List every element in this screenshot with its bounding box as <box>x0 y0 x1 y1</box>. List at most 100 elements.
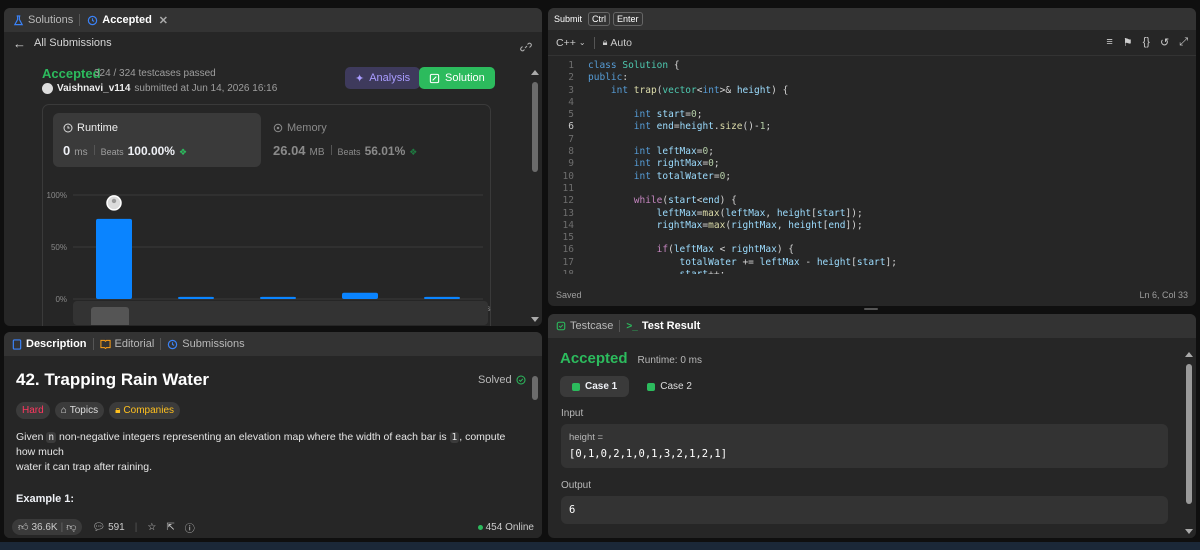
line-number: 14 <box>562 219 574 231</box>
scroll-up-icon[interactable] <box>531 70 539 75</box>
analysis-button[interactable]: ✦ Analysis <box>345 67 421 89</box>
memory-chip-icon <box>273 123 283 133</box>
case-1-label: Case 1 <box>585 381 618 392</box>
input-var-name: height = <box>569 432 604 443</box>
online-dot <box>477 524 483 530</box>
tab-accepted[interactable]: Accepted ✕ <box>86 14 168 27</box>
tab-description[interactable]: Description <box>12 338 87 350</box>
statement-text: Given <box>16 431 44 443</box>
close-tab-icon[interactable]: ✕ <box>159 14 168 27</box>
reset-icon[interactable]: ↺ <box>1160 36 1169 49</box>
horizontal-resize-handle[interactable] <box>864 308 878 310</box>
problem-statement: Given n non-negative integers representi… <box>16 430 526 475</box>
runtime-beats-label: Beats <box>100 147 124 157</box>
online-count: 454 Online <box>485 521 534 533</box>
comment-icon: 💬︎ <box>92 521 106 533</box>
back-row: ← All Submissions <box>4 32 542 54</box>
braces-icon[interactable]: {} <box>1143 36 1150 49</box>
code-line: 7 <box>552 134 1182 146</box>
beats-icon: ❖ <box>409 147 418 157</box>
auto-mode[interactable]: 🔒︎ Auto <box>603 37 632 49</box>
submission-scrollbar[interactable] <box>530 68 540 326</box>
solved-label: Solved <box>478 374 512 386</box>
output-label: Output <box>561 480 592 491</box>
check-box-icon <box>647 382 656 391</box>
tab-testcase[interactable]: Testcase <box>556 320 613 332</box>
case-1-tab[interactable]: Case 1 <box>560 376 630 397</box>
scroll-thumb[interactable] <box>532 82 538 172</box>
bookmark-icon[interactable]: ⚑ <box>1123 36 1133 49</box>
chevron-down-icon: ⌄ <box>578 38 586 47</box>
topics-label: Topics <box>69 405 99 416</box>
problem-title: 42. Trapping Rain Water <box>16 370 210 389</box>
memory-unit: MB <box>309 147 325 158</box>
tab-solutions[interactable]: Solutions <box>12 14 73 26</box>
y-tick-label: 50% <box>51 243 67 252</box>
link-icon[interactable] <box>520 41 532 53</box>
all-submissions-link[interactable]: All Submissions <box>34 37 112 49</box>
scroll-thumb[interactable] <box>1186 364 1192 504</box>
memory-box[interactable]: Memory 26.04 MB Beats 56.01% ❖ <box>269 113 477 167</box>
scroll-down-icon[interactable] <box>531 317 539 322</box>
scroll-down-icon[interactable] <box>1185 529 1193 534</box>
code-line: 3 int trap(vector<int>& height) { <box>552 85 1182 97</box>
solved-indicator: Solved <box>478 374 526 386</box>
line-number: 5 <box>568 109 574 121</box>
companies-tag[interactable]: 🔒︎ Companies <box>109 402 181 419</box>
line-number: 16 <box>562 244 574 256</box>
tab-test-result[interactable]: >_ Test Result <box>626 320 700 332</box>
sparkle-icon: ✦ <box>355 72 365 85</box>
tab-solutions-label: Solutions <box>28 14 74 26</box>
description-scrollbar[interactable] <box>530 368 540 518</box>
submission-content: Accepted 324 / 324 testcases passed Vais… <box>4 54 528 326</box>
fullscreen-icon[interactable]: ⤢ <box>1179 36 1188 49</box>
line-number: 6 <box>568 121 574 133</box>
check-circle-icon <box>516 375 526 385</box>
y-tick-label: 100% <box>47 191 67 200</box>
statement-text: non-negative integers representing an el… <box>59 431 447 443</box>
format-icon[interactable]: ≡ <box>1106 36 1112 49</box>
terminal-icon: >_ <box>626 320 638 332</box>
line-number: 9 <box>568 158 574 170</box>
comments-count: 591 <box>108 521 125 533</box>
avatar[interactable] <box>42 83 53 94</box>
tag-row: Hard ⌂ Topics 🔒︎ Companies <box>16 402 181 419</box>
case-2-tab[interactable]: Case 2 <box>635 376 704 397</box>
scroll-up-icon[interactable] <box>1185 352 1193 357</box>
back-arrow-icon[interactable]: ← <box>13 36 26 51</box>
comments-button[interactable]: 💬︎ 591 <box>92 522 124 533</box>
help-icon[interactable]: ⓘ <box>185 520 195 535</box>
description-tab-bar: Description Editorial Submissions <box>4 332 542 356</box>
code-line: 10 int totalWater=0; <box>552 171 1182 183</box>
thumbs-down-icon[interactable]: 👎︎ <box>66 521 76 533</box>
line-number: 18 <box>552 269 574 274</box>
tab-editorial[interactable]: Editorial <box>99 338 154 350</box>
submitter-row: Vaishnavi_v114 submitted at Jun 14, 2026… <box>42 83 277 94</box>
testcases-passed: 324 / 324 testcases passed <box>94 68 216 79</box>
tab-testcase-label: Testcase <box>570 320 614 332</box>
code-area[interactable]: 1 class Solution { 2 public: 3 int trap(ve… <box>552 60 1182 274</box>
code-line: 1 class Solution { <box>552 60 1182 72</box>
scroll-thumb[interactable] <box>532 376 538 400</box>
editor-toolbar: C++ ⌄ 🔒︎ Auto ≡ ⚑ {} ↺ ⤢ <box>548 30 1196 56</box>
submission-panel: Solutions Accepted ✕ ← All Submissions A… <box>4 8 542 326</box>
code-line: 5 int start=0; <box>552 109 1182 121</box>
like-button[interactable]: 👍︎ 36.6K | 👎︎ <box>12 519 83 535</box>
online-indicator: 454 Online <box>477 521 534 533</box>
tab-submissions[interactable]: Submissions <box>167 338 245 350</box>
star-icon[interactable]: ☆ <box>147 522 156 533</box>
line-number: 11 <box>562 182 574 194</box>
runtime-box[interactable]: Runtime 0 ms Beats 100.00% ❖ <box>53 113 261 167</box>
submit-toolbar: Submit Ctrl Enter <box>548 8 1196 30</box>
result-runtime: Runtime: 0 ms <box>637 355 702 366</box>
share-icon[interactable]: ⇱ <box>166 522 174 533</box>
submitter-name[interactable]: Vaishnavi_v114 <box>57 83 130 94</box>
submit-button[interactable]: Submit <box>554 14 582 24</box>
submission-status: Accepted <box>42 66 101 81</box>
language-select[interactable]: C++ ⌄ <box>556 37 586 49</box>
check-box-icon <box>572 382 580 391</box>
solution-button[interactable]: Solution <box>419 67 495 89</box>
topics-tag[interactable]: ⌂ Topics <box>54 402 105 419</box>
editor-actions: ≡ ⚑ {} ↺ ⤢ <box>1106 36 1188 49</box>
test-scrollbar[interactable] <box>1184 350 1194 538</box>
